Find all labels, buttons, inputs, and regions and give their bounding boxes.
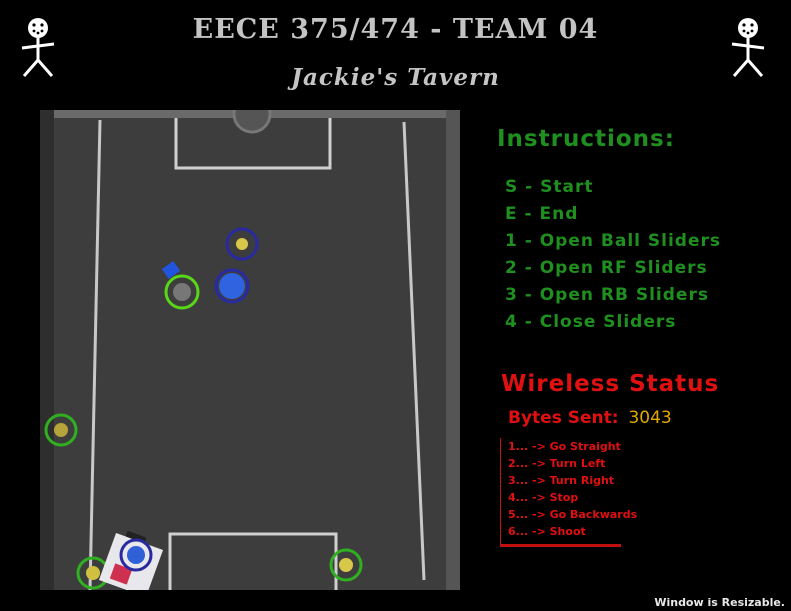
ball xyxy=(86,566,100,580)
command-item: 1... -> Go Straight xyxy=(508,440,621,453)
instruction-item-close-sliders: 4 - Close Sliders xyxy=(505,312,677,332)
robot-blue-dot xyxy=(219,273,245,299)
page-subtitle: Jackie's Tavern xyxy=(291,64,500,91)
field-overlay xyxy=(40,110,460,590)
command-item: 2... -> Turn Left xyxy=(508,457,606,470)
camera-field-view[interactable] xyxy=(40,110,460,590)
stick-figure-icon xyxy=(731,18,765,77)
goal-marker-top xyxy=(232,110,272,134)
bytes-sent-row: Bytes Sent: 3043 xyxy=(508,408,672,428)
ball xyxy=(236,238,248,250)
field-wall-right xyxy=(446,110,460,590)
page-title: EECE 375/474 - TEAM 04 xyxy=(192,14,599,45)
robot-blue-dot xyxy=(127,546,145,564)
bytes-sent-label: Bytes Sent: xyxy=(508,408,619,428)
instruction-item-end: E - End xyxy=(505,204,579,224)
command-log: 1... -> Go Straight 2... -> Turn Left 3.… xyxy=(500,438,638,547)
command-item: 5... -> Go Backwards xyxy=(508,508,638,521)
instruction-item-open-ball-sliders: 1 - Open Ball Sliders xyxy=(505,231,721,251)
instruction-item-open-rf-sliders: 2 - Open RF Sliders xyxy=(505,258,708,278)
instructions-list: S - Start E - End 1 - Open Ball Sliders … xyxy=(505,176,721,338)
stick-figure-icon xyxy=(21,18,55,77)
ball xyxy=(173,283,191,301)
wireless-status-heading: Wireless Status xyxy=(501,371,720,397)
field-wall-left xyxy=(40,110,54,590)
instructions-heading: Instructions: xyxy=(497,126,675,152)
command-item: 3... -> Turn Right xyxy=(508,474,615,487)
command-item: 6... -> Shoot xyxy=(508,525,586,538)
instruction-item-open-rb-sliders: 3 - Open RB Sliders xyxy=(505,285,709,305)
command-item: 4... -> Stop xyxy=(508,491,579,504)
ball xyxy=(339,558,353,572)
window-resizable-note: Window is Resizable. xyxy=(654,596,785,609)
instruction-item-start: S - Start xyxy=(505,177,594,197)
bytes-sent-value: 3043 xyxy=(628,408,672,428)
ball xyxy=(54,423,68,437)
